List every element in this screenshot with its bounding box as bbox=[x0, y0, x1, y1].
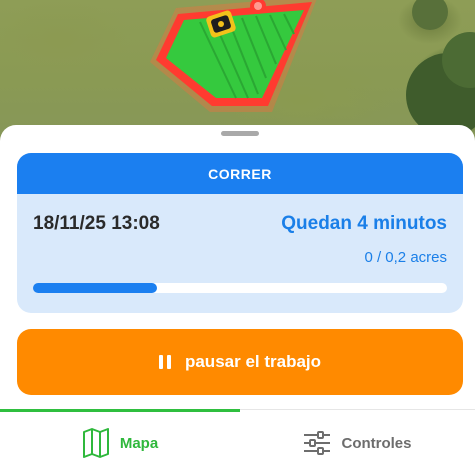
job-status-card: CORRER 18/11/25 13:08 Quedan 4 minutos 0… bbox=[17, 153, 463, 313]
pause-job-button[interactable]: pausar el trabajo bbox=[17, 329, 463, 395]
bottom-tab-bar: Mapa Controles bbox=[0, 409, 475, 475]
tab-map[interactable]: Mapa bbox=[0, 410, 240, 475]
app-screen: CORRER 18/11/25 13:08 Quedan 4 minutos 0… bbox=[0, 0, 475, 475]
job-time-remaining: Quedan 4 minutos bbox=[281, 213, 447, 234]
pause-job-label: pausar el trabajo bbox=[184, 352, 322, 371]
job-progress-fill bbox=[33, 283, 158, 293]
tree-canopy bbox=[412, 0, 448, 30]
job-progress-bar bbox=[33, 283, 447, 293]
tab-controls[interactable]: Controles bbox=[240, 410, 475, 475]
job-state-header: CORRER bbox=[17, 153, 463, 194]
job-start-time: 18/11/25 13:08 bbox=[33, 213, 160, 234]
sheet-drag-handle[interactable] bbox=[221, 131, 259, 136]
base-marker-core bbox=[254, 2, 262, 10]
job-area-progress: 0 / 0,2 acres bbox=[364, 249, 447, 266]
sliders-icon bbox=[304, 431, 331, 455]
tab-map-label: Mapa bbox=[119, 434, 159, 452]
map-icon bbox=[82, 428, 109, 458]
tab-controls-label: Controles bbox=[341, 434, 412, 452]
pause-icon bbox=[158, 355, 171, 369]
